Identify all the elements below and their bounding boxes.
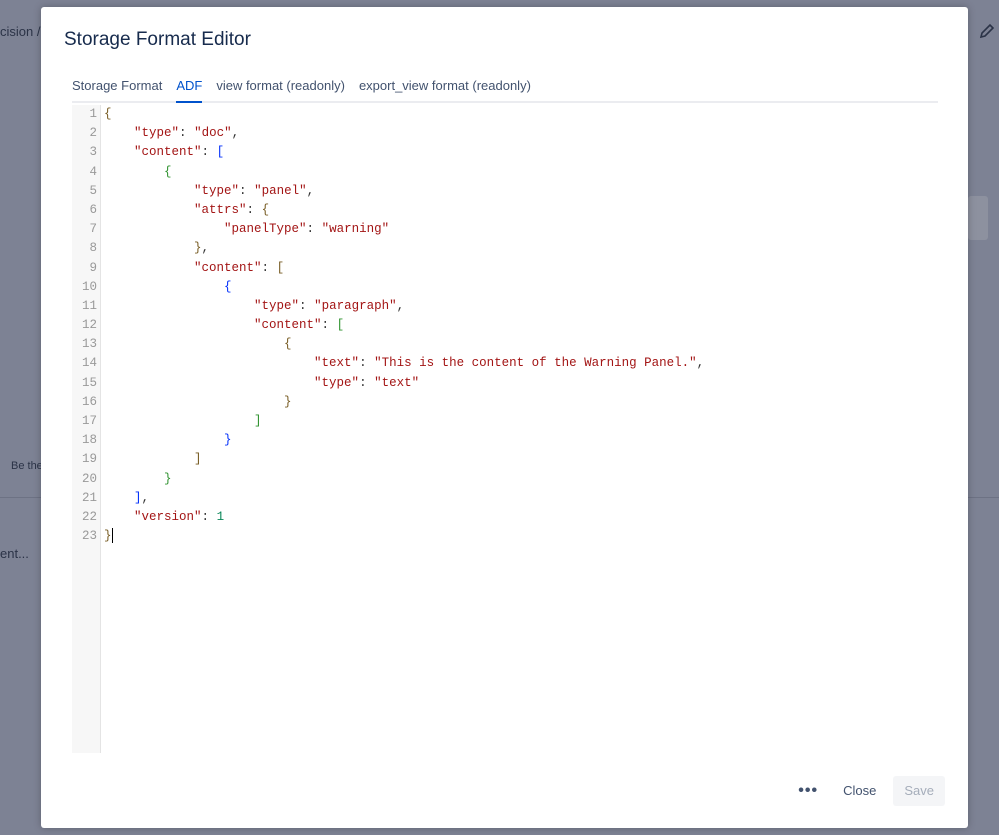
line-number: 5 (89, 183, 97, 198)
tab-export-view-format[interactable]: export_view format (readonly) (352, 77, 538, 101)
line-text: ] (254, 414, 262, 428)
line-number: 16 (81, 394, 97, 409)
line-text: } (284, 394, 292, 409)
background-divider (0, 497, 41, 498)
line-text: { (104, 107, 112, 121)
close-button[interactable]: Close (832, 776, 887, 806)
code-content[interactable]: 1{2 "type": "doc", 3 "content": [4 {5 "ty… (72, 105, 938, 546)
line-text: "attrs": { (194, 202, 270, 217)
line-text: "content": [ (194, 260, 285, 275)
line-number: 3 (89, 145, 97, 160)
line-text: } (164, 471, 172, 486)
code-line: 9 "content": [ (72, 259, 938, 278)
code-line: 21 ], (72, 489, 938, 508)
line-text: "type": "text" (314, 375, 420, 390)
code-line: 5 "type": "panel", (72, 182, 938, 201)
ellipsis-icon[interactable]: ••• (790, 782, 826, 800)
line-number: 2 (89, 126, 97, 141)
line-number: 6 (89, 202, 97, 217)
code-line: 8 }, (72, 239, 938, 258)
line-text: "panelType": "warning" (224, 222, 390, 237)
code-line: 14 "text": "This is the content of the W… (72, 354, 938, 373)
storage-format-editor-dialog: Storage Format Editor Storage Format ADF… (41, 7, 968, 828)
dialog-footer: ••• Close Save (790, 776, 945, 806)
code-line: 12 "content": [ (72, 316, 938, 335)
line-number: 21 (81, 490, 97, 505)
line-text: } (224, 433, 232, 448)
line-number: 1 (89, 107, 97, 121)
line-number: 13 (81, 337, 97, 352)
code-line: 23} (72, 527, 938, 546)
line-number: 7 (89, 222, 97, 237)
code-line: 20 } (72, 470, 938, 489)
format-tabs: Storage Format ADF view format (readonly… (72, 77, 938, 103)
code-editor[interactable]: 1{2 "type": "doc", 3 "content": [4 {5 "ty… (72, 105, 938, 753)
code-line: 1{ (72, 105, 938, 124)
background-content: ent... (0, 546, 29, 561)
line-text: "type": "panel", (194, 183, 315, 198)
code-line: 15 "type": "text" (72, 374, 938, 393)
line-number: 11 (81, 298, 97, 313)
code-line: 6 "attrs": { (72, 201, 938, 220)
line-text: ] (194, 452, 202, 467)
line-number: 19 (81, 452, 97, 467)
background-panel (968, 196, 988, 240)
code-line: 13 { (72, 335, 938, 354)
line-text: "type": "paragraph", (254, 298, 405, 313)
line-text: { (224, 279, 232, 294)
line-text: }, (194, 241, 210, 256)
line-number: 22 (81, 509, 97, 524)
background-comment-prompt: Be the (11, 460, 43, 472)
line-number: 17 (81, 414, 97, 428)
tab-adf[interactable]: ADF (169, 77, 209, 103)
line-number: 4 (89, 164, 97, 179)
code-line: 2 "type": "doc", (72, 124, 938, 143)
save-button[interactable]: Save (893, 776, 945, 806)
line-text: ], (134, 490, 150, 505)
code-line: 4 { (72, 163, 938, 182)
code-line: 7 "panelType": "warning" (72, 220, 938, 239)
line-text: "content": [ (254, 318, 345, 333)
line-number: 23 (81, 529, 97, 544)
line-number: 9 (89, 260, 97, 275)
line-number: 8 (89, 241, 97, 256)
code-line: 17 ] (72, 412, 938, 431)
line-number: 12 (81, 318, 97, 333)
line-number: 14 (81, 356, 97, 371)
background-breadcrumb: cision / (0, 24, 41, 39)
line-text: "type": "doc", (134, 126, 240, 141)
tab-storage-format[interactable]: Storage Format (72, 77, 169, 101)
code-line: 10 { (72, 278, 938, 297)
line-number: 20 (81, 471, 97, 486)
code-line: 19 ] (72, 450, 938, 469)
background-divider (968, 497, 999, 498)
line-number: 10 (81, 279, 97, 294)
line-number: 18 (81, 433, 97, 448)
code-line: 16 } (72, 393, 938, 412)
line-text: "version": 1 (134, 509, 225, 524)
code-line: 11 "type": "paragraph", (72, 297, 938, 316)
text-cursor (111, 528, 113, 544)
line-text: "content": [ (134, 145, 225, 160)
code-line: 18 } (72, 431, 938, 450)
line-text: { (164, 164, 172, 179)
tab-view-format[interactable]: view format (readonly) (209, 77, 352, 101)
dialog-title: Storage Format Editor (64, 29, 251, 50)
line-text: "text": "This is the content of the Warn… (314, 356, 705, 371)
line-number: 15 (81, 375, 97, 390)
pencil-icon (979, 23, 995, 39)
code-line: 22 "version": 1 (72, 508, 938, 527)
line-text: } (104, 528, 113, 544)
line-text: { (284, 337, 292, 352)
code-line: 3 "content": [ (72, 143, 938, 162)
